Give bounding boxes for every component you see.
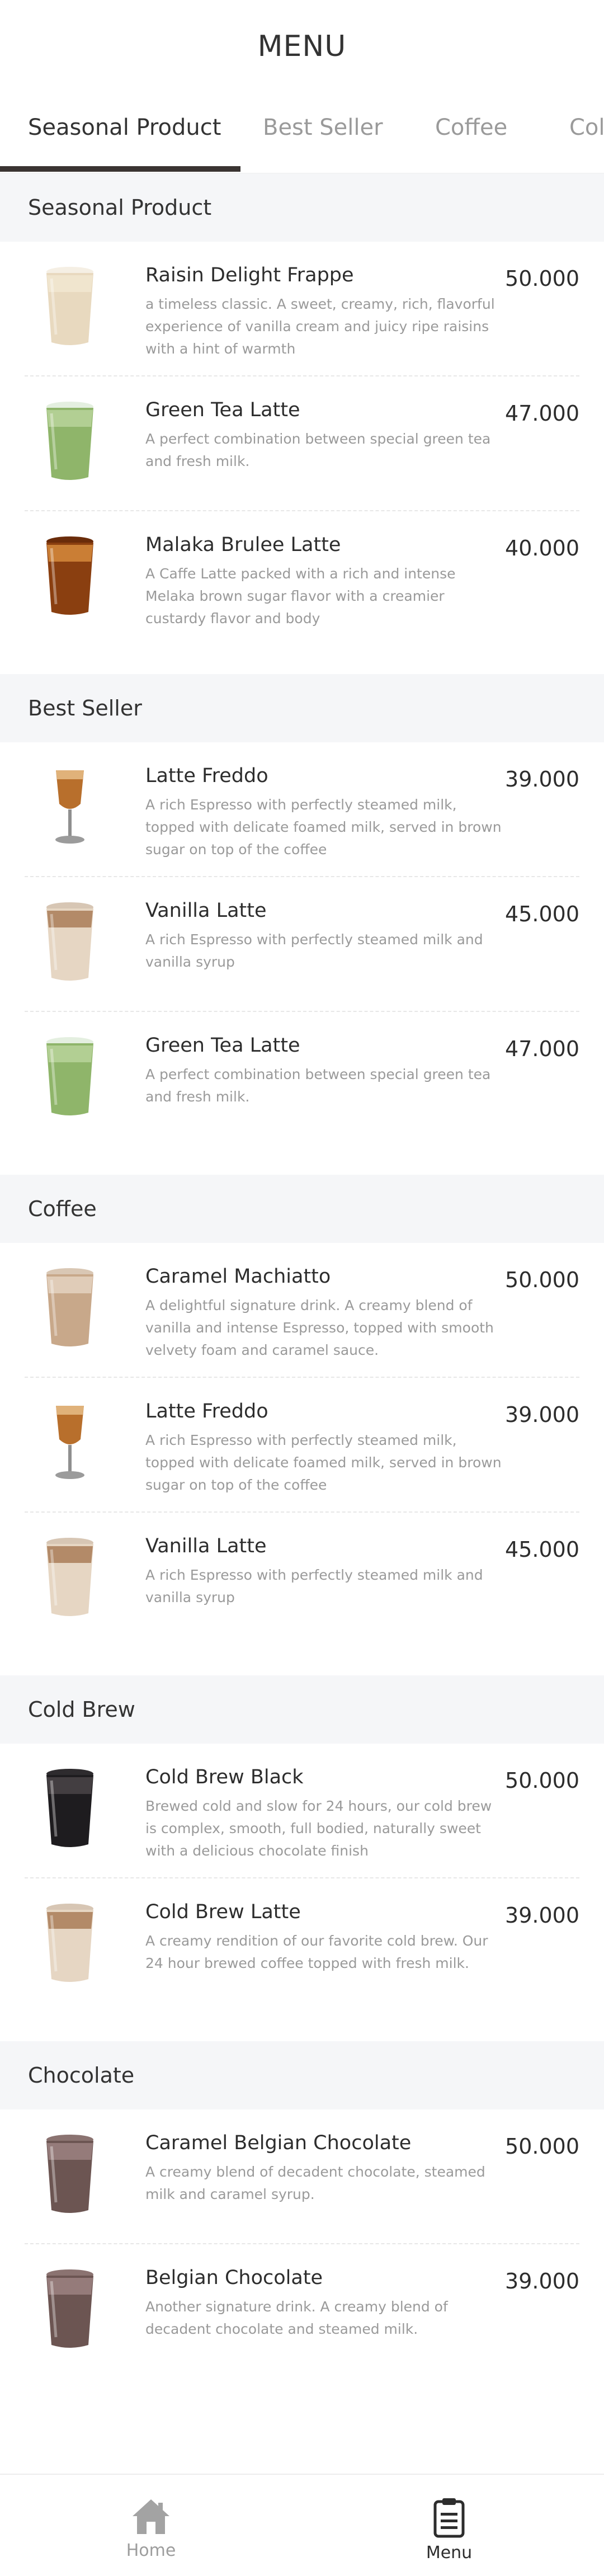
frappe-cup-icon [39, 264, 101, 348]
section-items: Raisin Delight Frappe a timeless classic.… [0, 242, 604, 674]
item-description: A perfect combination between special gr… [145, 431, 491, 469]
item-price: 39.000 [505, 2269, 579, 2294]
item-name: Cold Brew Latte [145, 1901, 301, 1923]
item-price: 39.000 [505, 767, 579, 792]
menu-item[interactable]: Cold Brew Latte A creamy rendition of our… [25, 1878, 579, 2013]
section-items: Caramel Machiatto A delightful signature … [0, 1243, 604, 1675]
menu-item[interactable]: Vanilla Latte A rich Espresso with perfec… [25, 877, 579, 1012]
menu-item[interactable]: Raisin Delight Frappe a timeless classic.… [25, 242, 579, 376]
section-header: Seasonal Product [0, 173, 604, 242]
nav-home-label: Home [126, 2541, 176, 2560]
section-items: Latte Freddo A rich Espresso with perfect… [0, 742, 604, 1175]
menu-item[interactable]: Belgian Chocolate Another signature drink… [25, 2244, 579, 2379]
tab-best-seller[interactable]: Best Seller [263, 115, 383, 140]
item-price: 40.000 [505, 536, 579, 561]
item-name: Caramel Machiatto [145, 1265, 331, 1288]
brown-sugar-latte-icon [39, 534, 101, 618]
item-name: Caramel Belgian Chocolate [145, 2132, 412, 2154]
nav-menu-label: Menu [426, 2543, 473, 2563]
section-items: Cold Brew Black Brewed cold and slow for … [0, 1744, 604, 2041]
item-description: a timeless classic. A sweet, creamy, ric… [145, 296, 495, 357]
section-header: Cold Brew [0, 1675, 604, 1744]
item-name: Belgian Chocolate [145, 2267, 323, 2289]
item-name: Vanilla Latte [145, 1535, 267, 1557]
item-description: A rich Espresso with perfectly steamed m… [145, 931, 483, 970]
item-price: 45.000 [505, 1537, 579, 1562]
active-tab-indicator [0, 166, 240, 172]
menu-item[interactable]: Caramel Belgian Chocolate A creamy blend … [25, 2109, 579, 2244]
tab-coffee[interactable]: Coffee [435, 115, 507, 140]
item-price: 45.000 [505, 902, 579, 926]
item-price: 50.000 [505, 1768, 579, 1793]
section-items: Caramel Belgian Chocolate A creamy blend … [0, 2109, 604, 2407]
home-icon [133, 2499, 169, 2534]
goblet-icon [39, 1400, 101, 1484]
item-description: A rich Espresso with perfectly steamed m… [145, 1432, 502, 1493]
menu-list: Seasonal Product Raisin Delight Frappe a t… [0, 173, 604, 2407]
item-description: Brewed cold and slow for 24 hours, our c… [145, 1798, 492, 1859]
menu-item[interactable]: Cold Brew Black Brewed cold and slow for … [25, 1744, 579, 1878]
menu-item[interactable]: Latte Freddo A rich Espresso with perfect… [25, 1378, 579, 1513]
green-tea-cup-icon [39, 1034, 101, 1118]
nav-home-button[interactable]: Home [95, 2497, 207, 2560]
item-price: 50.000 [505, 266, 579, 291]
menu-item[interactable]: Vanilla Latte A rich Espresso with perfec… [25, 1513, 579, 1647]
item-description: A rich Espresso with perfectly steamed m… [145, 1567, 483, 1605]
iced-latte-icon [39, 1535, 101, 1619]
menu-item[interactable]: Latte Freddo A rich Espresso with perfect… [25, 742, 579, 877]
chocolate-cup-icon [39, 2132, 101, 2216]
black-coffee-cup-icon [39, 1766, 101, 1850]
bottom-navigation: Home Menu [0, 2474, 604, 2576]
item-description: A delightful signature drink. A creamy b… [145, 1297, 494, 1358]
goblet-icon [39, 765, 101, 849]
iced-latte-icon [39, 900, 101, 983]
item-description: Another signature drink. A creamy blend … [145, 2299, 448, 2337]
item-name: Latte Freddo [145, 765, 268, 787]
item-price: 39.000 [505, 1903, 579, 1928]
item-price: 50.000 [505, 2134, 579, 2159]
item-price: 47.000 [505, 401, 579, 426]
item-name: Vanilla Latte [145, 900, 267, 922]
clipboard-icon [433, 2498, 465, 2538]
caramel-cup-icon [39, 1265, 101, 1349]
item-price: 50.000 [505, 1268, 579, 1292]
item-price: 39.000 [505, 1402, 579, 1427]
item-name: Cold Brew Black [145, 1766, 304, 1788]
section-header: Best Seller [0, 674, 604, 742]
item-description: A rich Espresso with perfectly steamed m… [145, 797, 502, 858]
tab-cold-brew[interactable]: Cold Brew [569, 115, 604, 140]
item-name: Malaka Brulee Latte [145, 534, 341, 556]
category-tabs: Seasonal Product Best Seller Coffee Cold… [0, 92, 604, 173]
item-description: A Caffe Latte packed with a rich and int… [145, 566, 456, 627]
iced-latte-icon [39, 1901, 101, 1985]
section-header: Chocolate [0, 2041, 604, 2109]
nav-menu-button[interactable]: Menu [393, 2497, 505, 2563]
item-price: 47.000 [505, 1037, 579, 1061]
menu-item[interactable]: Caramel Machiatto A delightful signature … [25, 1243, 579, 1378]
item-name: Green Tea Latte [145, 1034, 300, 1057]
item-description: A perfect combination between special gr… [145, 1066, 491, 1105]
menu-item[interactable]: Malaka Brulee Latte A Caffe Latte packed … [25, 511, 579, 646]
chocolate-cup-icon [39, 2267, 101, 2351]
green-tea-cup-icon [39, 399, 101, 483]
item-name: Raisin Delight Frappe [145, 264, 354, 286]
item-name: Green Tea Latte [145, 399, 300, 421]
item-description: A creamy rendition of our favorite cold … [145, 1933, 488, 1971]
section-header: Coffee [0, 1175, 604, 1243]
app-header: MENU [0, 0, 604, 92]
item-description: A creamy blend of decadent chocolate, st… [145, 2164, 485, 2202]
tab-seasonal-product[interactable]: Seasonal Product [28, 115, 221, 140]
menu-item[interactable]: Green Tea Latte A perfect combination bet… [25, 1012, 579, 1147]
item-name: Latte Freddo [145, 1400, 268, 1423]
menu-item[interactable]: Green Tea Latte A perfect combination bet… [25, 376, 579, 511]
page-title: MENU [257, 29, 347, 63]
